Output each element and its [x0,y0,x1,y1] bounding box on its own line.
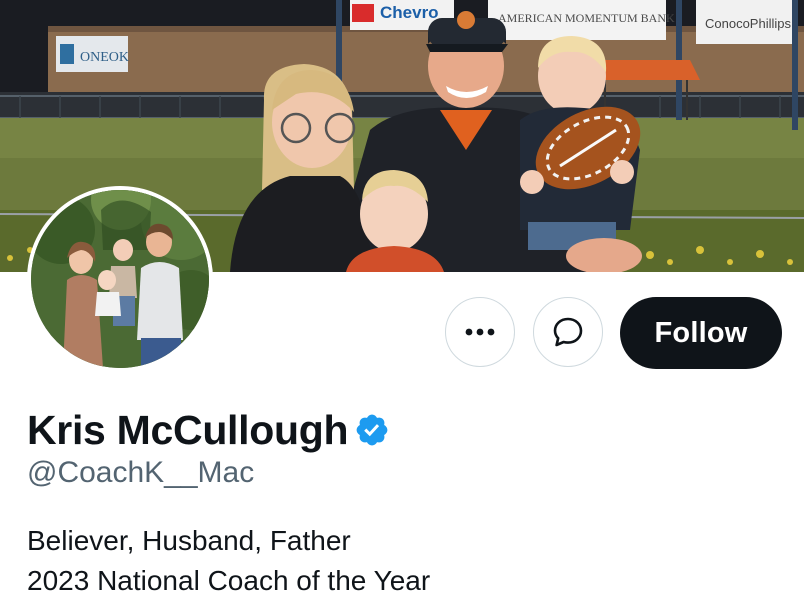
avatar-photo [31,190,209,368]
message-button[interactable] [533,297,603,367]
display-name: Kris McCullough [27,406,349,453]
sponsor-sign-american-momentum-bank: AMERICAN MOMENTUM BANK [498,11,675,25]
more-options-button[interactable] [445,297,515,367]
bio-line: Believer, Husband, Father [27,525,351,556]
sponsor-sign-conocophillips: ConocoPhillips [705,16,791,31]
sponsor-sign-chevron: Chevro [380,3,439,22]
bio-line: 2023 National Coach of the Year [27,565,431,596]
message-bubble-icon [553,317,583,347]
user-handle: @CoachK__Mac [27,456,255,489]
profile-avatar[interactable] [27,186,213,372]
profile-bio: Believer, Husband, Father 2023 National … [27,521,430,601]
follow-button[interactable]: Follow [620,297,782,369]
profile-page: ONEOK Chevro AMERICAN MOMENTUM BANK Cono… [0,0,804,614]
ellipsis-icon [465,328,495,336]
verified-badge-icon[interactable] [354,412,390,448]
display-name-row: Kris McCullough [27,402,390,458]
sponsor-sign-oneok: ONEOK [80,50,129,65]
